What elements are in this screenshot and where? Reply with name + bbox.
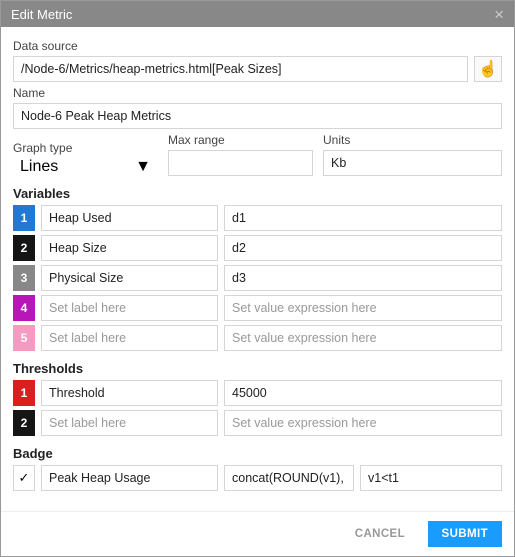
graph-type-value: Lines xyxy=(20,158,58,176)
variable-label-input[interactable] xyxy=(41,265,218,291)
threshold-label-input[interactable] xyxy=(41,380,218,406)
hand-icon: ☝ xyxy=(478,59,498,79)
variable-label-input[interactable] xyxy=(41,235,218,261)
titlebar: Edit Metric × xyxy=(1,1,514,27)
badge-color-input[interactable] xyxy=(360,465,502,491)
variable-expr-input[interactable] xyxy=(224,205,502,231)
variable-expr-input[interactable] xyxy=(224,295,502,321)
variable-index: 2 xyxy=(13,235,35,261)
badge-label-input[interactable] xyxy=(41,465,218,491)
dialog-footer: CANCEL SUBMIT xyxy=(1,511,514,556)
close-icon[interactable]: × xyxy=(494,6,504,23)
threshold-expr-input[interactable] xyxy=(224,410,502,436)
variable-index: 5 xyxy=(13,325,35,351)
badge-expr-input[interactable] xyxy=(224,465,354,491)
data-source-input[interactable] xyxy=(13,56,468,82)
thresholds-heading: Thresholds xyxy=(13,361,502,376)
variable-expr-input[interactable] xyxy=(224,325,502,351)
dialog-title: Edit Metric xyxy=(11,7,72,22)
variable-index: 4 xyxy=(13,295,35,321)
badge-checkbox[interactable]: ✓ xyxy=(13,465,35,491)
variable-label-input[interactable] xyxy=(41,205,218,231)
badge-heading: Badge xyxy=(13,446,502,461)
name-input[interactable] xyxy=(13,103,502,129)
data-source-picker-button[interactable]: ☝ xyxy=(474,56,502,82)
variable-expr-input[interactable] xyxy=(224,265,502,291)
graph-type-select[interactable]: Lines ▼ xyxy=(13,158,158,176)
cancel-button[interactable]: CANCEL xyxy=(341,521,419,547)
variable-expr-input[interactable] xyxy=(224,235,502,261)
chevron-down-icon: ▼ xyxy=(135,158,151,176)
threshold-label-input[interactable] xyxy=(41,410,218,436)
submit-button[interactable]: SUBMIT xyxy=(428,521,502,547)
data-source-label: Data source xyxy=(13,39,502,53)
threshold-index: 2 xyxy=(13,410,35,436)
units-label: Units xyxy=(323,133,502,147)
graph-type-label: Graph type xyxy=(13,141,158,155)
variable-label-input[interactable] xyxy=(41,325,218,351)
units-input[interactable] xyxy=(323,150,502,176)
name-label: Name xyxy=(13,86,502,100)
variable-index: 3 xyxy=(13,265,35,291)
threshold-expr-input[interactable] xyxy=(224,380,502,406)
max-range-label: Max range xyxy=(168,133,313,147)
variable-label-input[interactable] xyxy=(41,295,218,321)
threshold-index: 1 xyxy=(13,380,35,406)
variables-heading: Variables xyxy=(13,186,502,201)
max-range-input[interactable] xyxy=(168,150,313,176)
variable-index: 1 xyxy=(13,205,35,231)
